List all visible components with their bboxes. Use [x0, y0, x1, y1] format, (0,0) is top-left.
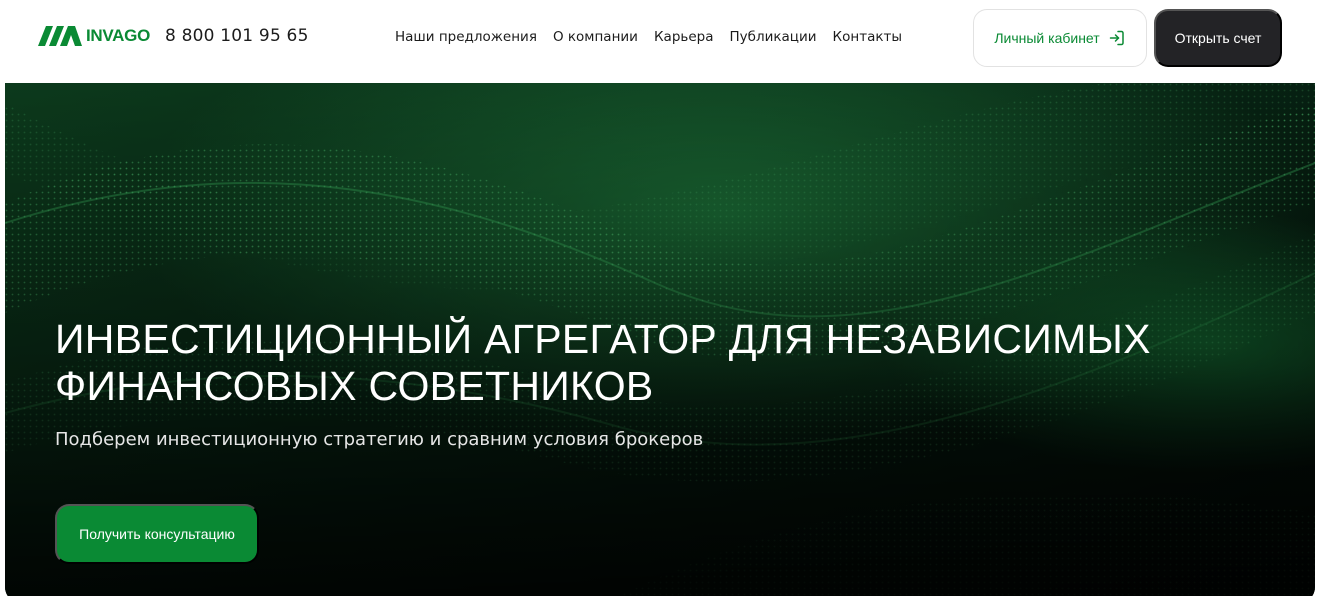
logo-text: INVAGO	[86, 26, 151, 45]
site-header: INVAGO 8 800 101 95 65 Наши предложения …	[0, 0, 1324, 82]
main-nav: Наши предложения О компании Карьера Публ…	[395, 28, 918, 46]
invago-logo[interactable]: INVAGO	[38, 26, 150, 46]
hero-title-line2: ФИНАНСОВЫХ СОВЕТНИКОВ	[55, 363, 654, 409]
phone-link[interactable]: 8 800 101 95 65	[165, 25, 309, 47]
personal-cabinet-label: Личный кабинет	[994, 30, 1100, 46]
hero-section: ИНВЕСТИЦИОННЫЙ АГРЕГАТОР ДЛЯ НЕЗАВИСИМЫХ…	[5, 83, 1315, 596]
personal-cabinet-button[interactable]: Личный кабинет	[973, 9, 1147, 67]
hero-subtitle: Подберем инвестиционную стратегию и срав…	[55, 429, 704, 450]
invago-logo-icon	[38, 26, 82, 46]
open-account-button[interactable]: Открыть счет	[1154, 9, 1282, 67]
nav-item-career[interactable]: Карьера	[654, 28, 714, 46]
login-icon	[1109, 30, 1124, 46]
nav-item-contacts[interactable]: Контакты	[833, 28, 902, 46]
nav-item-publications[interactable]: Публикации	[730, 28, 817, 46]
get-consultation-button[interactable]: Получить консультацию	[55, 504, 259, 564]
nav-item-about[interactable]: О компании	[553, 28, 638, 46]
hero-title: ИНВЕСТИЦИОННЫЙ АГРЕГАТОР ДЛЯ НЕЗАВИСИМЫХ…	[55, 316, 1205, 410]
hero-title-line1: ИНВЕСТИЦИОННЫЙ АГРЕГАТОР ДЛЯ НЕЗАВИСИМЫХ	[55, 316, 1151, 362]
nav-item-offers[interactable]: Наши предложения	[395, 28, 537, 46]
